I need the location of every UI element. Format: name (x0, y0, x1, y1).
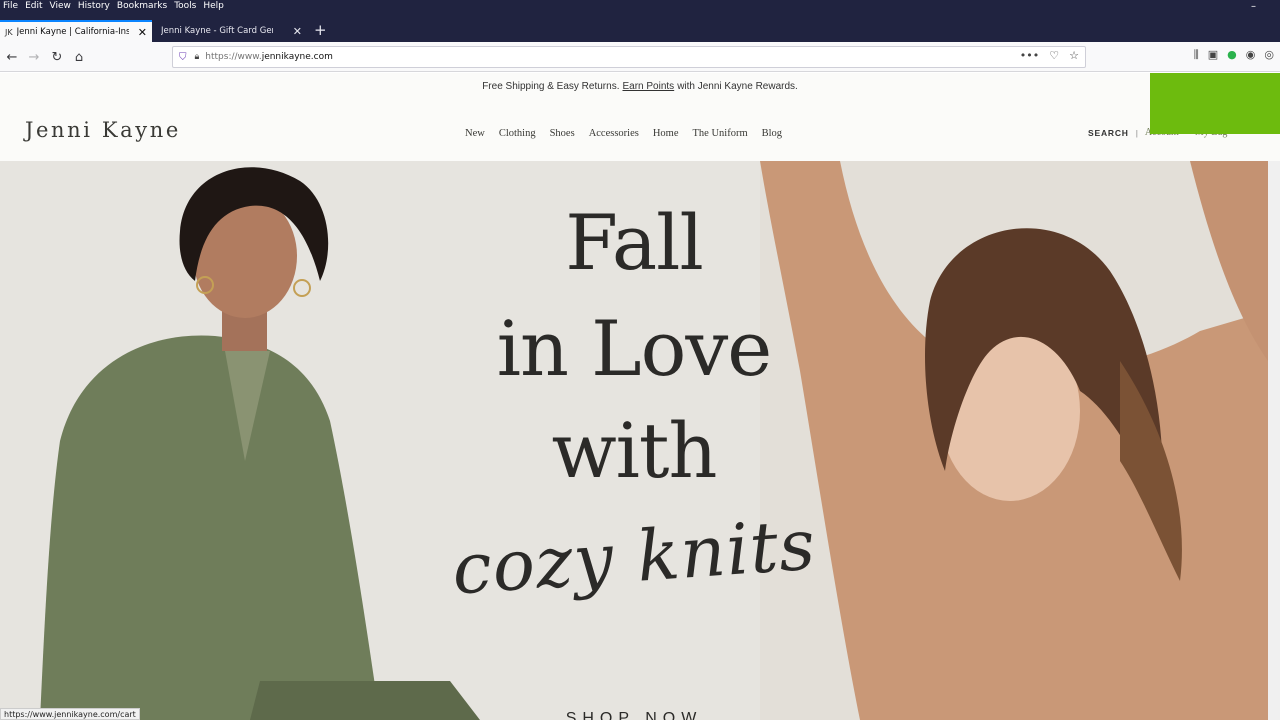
menu-help[interactable]: Help (200, 0, 228, 13)
reload-icon[interactable]: ↻ (47, 47, 67, 67)
hero-banner[interactable]: Fall in Love with cozy knits SHOP NOW (0, 161, 1268, 720)
pocket-icon[interactable]: ♡ (1049, 49, 1059, 62)
library-icon[interactable]: ⫼ (1194, 48, 1199, 62)
tracking-protection-shield-icon[interactable]: ⛉ (179, 52, 187, 63)
extension-icon[interactable]: ● (1227, 48, 1237, 62)
forward-arrow-icon[interactable]: → (24, 47, 44, 67)
hero-headline-line1: Fall (565, 198, 703, 287)
hero-headline-line3: with (551, 406, 718, 495)
site-logo[interactable]: Jenni Kayne (25, 118, 181, 142)
jk-favicon-icon: JK (5, 27, 13, 37)
tab-jenni-kayne-home[interactable]: JK Jenni Kayne | California-Inspired ✕ (0, 20, 152, 42)
tab-title: Jenni Kayne - Gift Card Generator (161, 26, 273, 36)
bookmark-star-icon[interactable]: ☆ (1069, 49, 1079, 62)
menu-edit[interactable]: Edit (22, 0, 46, 13)
more-actions-icon[interactable]: ••• (1020, 49, 1039, 62)
promo-text: Free Shipping & Easy Returns. (482, 81, 620, 92)
green-overlay-block (1150, 73, 1280, 134)
shop-now-link[interactable]: SHOP NOW (0, 710, 1268, 720)
status-bar-url: https://www.jennikayne.com/cart (0, 708, 140, 720)
close-tab-icon[interactable]: ✕ (138, 26, 147, 39)
page-scrollbar[interactable] (1268, 161, 1280, 720)
nav-accessories[interactable]: Accessories (589, 128, 639, 139)
toolbar-icons: ⫼ ▣ ● ◉ ◎ (1194, 48, 1274, 62)
tab-title: Jenni Kayne | California-Inspired (16, 27, 129, 37)
tab-gift-card-generator[interactable]: Jenni Kayne - Gift Card Generator ✕ (154, 20, 306, 42)
nav-clothing[interactable]: Clothing (499, 128, 536, 139)
main-navigation: New Clothing Shoes Accessories Home The … (465, 128, 782, 139)
url-scheme: https://www. (205, 52, 262, 62)
account-icon[interactable]: ◉ (1246, 48, 1256, 62)
address-bar[interactable]: ⛉ 🔒︎ https://www. jennikayne.com ••• ♡ ☆ (172, 46, 1086, 68)
nav-blog[interactable]: Blog (762, 128, 782, 139)
new-tab-button[interactable]: + (314, 21, 327, 39)
earn-points-link[interactable]: Earn Points (622, 81, 674, 92)
minimize-button[interactable]: – (1251, 0, 1256, 13)
promo-banner: Free Shipping & Easy Returns. Earn Point… (0, 73, 1280, 100)
back-arrow-icon[interactable]: ← (2, 47, 22, 67)
menu-tools[interactable]: Tools (171, 0, 200, 13)
web-page: Free Shipping & Easy Returns. Earn Point… (0, 73, 1280, 720)
nav-home[interactable]: Home (653, 128, 679, 139)
menu-bookmarks[interactable]: Bookmarks (114, 0, 171, 13)
site-header: Jenni Kayne New Clothing Shoes Accessori… (0, 100, 1268, 161)
utility-separator: | (1135, 127, 1138, 138)
page-actions: ••• ♡ ☆ (1020, 49, 1079, 62)
search-link[interactable]: SEARCH (1088, 128, 1129, 138)
navigation-toolbar: ← → ↻ ⌂ ⛉ 🔒︎ https://www. jennikayne.com … (0, 42, 1280, 72)
nav-new[interactable]: New (465, 128, 485, 139)
close-tab-icon[interactable]: ✕ (293, 25, 302, 38)
home-icon[interactable]: ⌂ (69, 47, 89, 67)
menu-history[interactable]: History (75, 0, 114, 13)
url-host: jennikayne.com (261, 52, 333, 62)
tab-strip: JK Jenni Kayne | California-Inspired ✕ J… (0, 13, 1280, 42)
hero-headline-line2: in Love (496, 304, 773, 393)
sidebar-icon[interactable]: ▣ (1208, 48, 1218, 62)
menu-view[interactable]: View (47, 0, 75, 13)
lock-icon[interactable]: 🔒︎ (195, 52, 200, 62)
menu-file[interactable]: File (0, 0, 22, 13)
menu-icon[interactable]: ◎ (1264, 48, 1274, 62)
promo-text-rewards: with Jenni Kayne Rewards. (677, 81, 798, 92)
nav-the-uniform[interactable]: The Uniform (693, 128, 748, 139)
menu-bar: File Edit View History Bookmarks Tools H… (0, 0, 1280, 13)
nav-shoes[interactable]: Shoes (550, 128, 575, 139)
